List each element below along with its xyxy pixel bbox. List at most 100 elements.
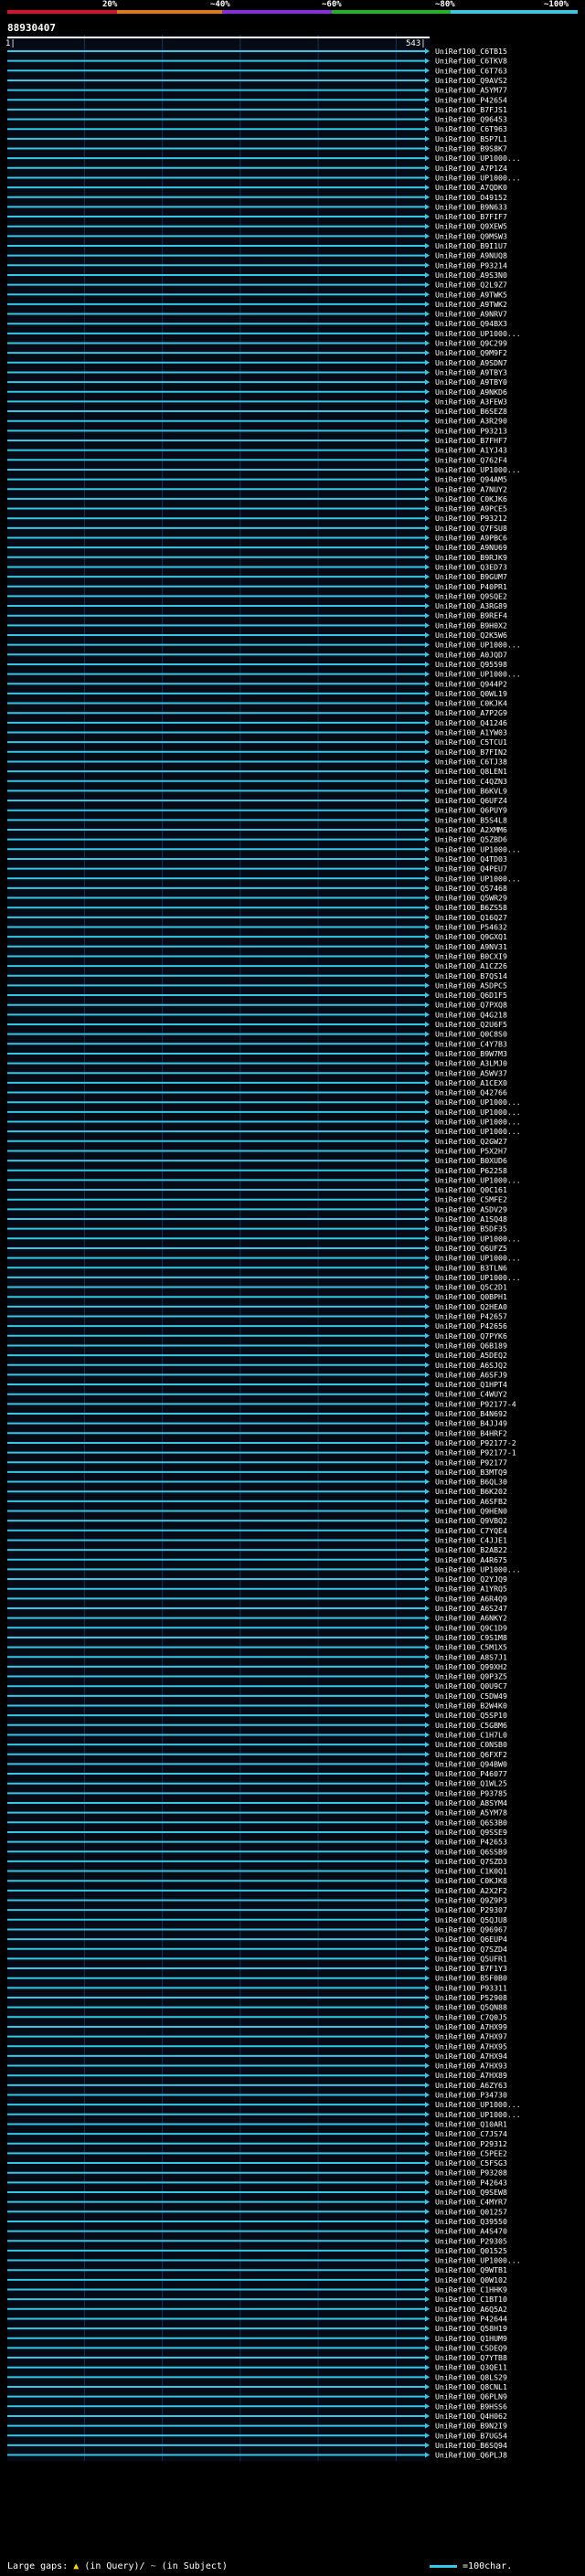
hit-label: UniRef100_A6NKY2 bbox=[435, 1614, 507, 1623]
hit-label: UniRef100_A9TBY3 bbox=[435, 367, 507, 376]
hit-label: UniRef100_A1YJ43 bbox=[435, 446, 507, 455]
ruler-end-label: 543| bbox=[406, 39, 426, 48]
legend-label-100: ~100% bbox=[544, 0, 569, 9]
hit-label: UniRef100_B7QS14 bbox=[435, 971, 507, 981]
hit-label: UniRef100_A7HX99 bbox=[435, 2022, 507, 2031]
legend-segment-60 bbox=[222, 10, 332, 14]
hit-label: UniRef100_UP1000... bbox=[435, 2256, 521, 2265]
hit-label: UniRef100_A9TWK5 bbox=[435, 290, 507, 299]
hit-label: UniRef100_Q10AR1 bbox=[435, 2119, 507, 2128]
hit-label: UniRef100_P42643 bbox=[435, 2178, 507, 2187]
hit-label: UniRef100_C0KJK8 bbox=[435, 1876, 507, 1885]
hit-label: UniRef100_Q9SQE2 bbox=[435, 591, 507, 600]
hit-label: UniRef100_Q7SZD3 bbox=[435, 1857, 507, 1866]
hit-label: UniRef100_Q42766 bbox=[435, 1088, 507, 1097]
hit-label: UniRef100_A7HX94 bbox=[435, 2051, 507, 2061]
hit-label: UniRef100_Q9VBQ2 bbox=[435, 1516, 507, 1525]
hit-label: UniRef100_C6TB15 bbox=[435, 47, 507, 56]
hit-label: UniRef100_C7JS74 bbox=[435, 2129, 507, 2138]
hit-label: UniRef100_A6R4Q9 bbox=[435, 1594, 507, 1603]
hit-label: UniRef100_Q2U6F5 bbox=[435, 1020, 507, 1029]
hit-label: UniRef100_B9GUM7 bbox=[435, 572, 507, 581]
hit-label: UniRef100_Q95598 bbox=[435, 660, 507, 669]
hit-label: UniRef100_Q3QE11 bbox=[435, 2363, 507, 2372]
hit-label: UniRef100_P29312 bbox=[435, 2139, 507, 2148]
hit-label: UniRef100_UP1000... bbox=[435, 1564, 521, 1574]
hit-label: UniRef100_C0KJK4 bbox=[435, 699, 507, 708]
query-gap-marker-icon: ▲ bbox=[73, 2561, 80, 2571]
hit-label: UniRef100_Q2HEA0 bbox=[435, 1302, 507, 1311]
hit-label: UniRef100_A9TBY0 bbox=[435, 377, 507, 387]
hit-label: UniRef100_P5X2H7 bbox=[435, 1146, 507, 1155]
hit-label: UniRef100_Q96453 bbox=[435, 115, 507, 124]
hit-label: UniRef100_A8S7J1 bbox=[435, 1652, 507, 1661]
hit-label: UniRef100_C6TJ38 bbox=[435, 757, 507, 766]
hit-label: UniRef100_A6Q5A2 bbox=[435, 2305, 507, 2314]
hit-label: UniRef100_P92177 bbox=[435, 1458, 507, 1467]
hit-label: UniRef100_Q6UFZ4 bbox=[435, 796, 507, 805]
hit-label: UniRef100_B6SQ94 bbox=[435, 2441, 507, 2450]
hit-label: UniRef100_B9REF4 bbox=[435, 611, 507, 620]
hit-label: UniRef100_Q9XEW5 bbox=[435, 222, 507, 231]
hit-label: UniRef100_B7FIN2 bbox=[435, 747, 507, 757]
hit-label: UniRef100_UP1000... bbox=[435, 173, 521, 182]
hit-label: UniRef100_P42656 bbox=[435, 1321, 507, 1330]
hit-label: UniRef100_Q9HEN0 bbox=[435, 1507, 507, 1516]
hit-label: UniRef100_C4QZN3 bbox=[435, 777, 507, 786]
hit-label: UniRef100_Q6UFZ5 bbox=[435, 1244, 507, 1253]
hit-label: UniRef100_P46077 bbox=[435, 1769, 507, 1778]
hit-label: UniRef100_Q94AM5 bbox=[435, 475, 507, 484]
hit-label: UniRef100_P92177-4 bbox=[435, 1399, 516, 1408]
hit-label: UniRef100_A1CZ26 bbox=[435, 961, 507, 970]
hit-label: UniRef100_B3TLN6 bbox=[435, 1263, 507, 1272]
alignment-overview: 20% ~40% ~60% ~80% ~100% 88930407 1| 543|… bbox=[0, 0, 585, 2576]
hit-label: UniRef100_Q5C2D1 bbox=[435, 1283, 507, 1292]
hit-label: UniRef100_Q6PLJ8 bbox=[435, 2451, 507, 2460]
hit-label: UniRef100_A2X2F2 bbox=[435, 1886, 507, 1895]
hit-label: UniRef100_P42644 bbox=[435, 2314, 507, 2323]
hit-label: UniRef100_Q5UFR1 bbox=[435, 1954, 507, 1963]
hit-label: UniRef100_A7P1Z4 bbox=[435, 164, 507, 173]
hit-label: UniRef100_P93785 bbox=[435, 1788, 507, 1797]
hit-label: UniRef100_B6ZS58 bbox=[435, 903, 507, 912]
hit-label: UniRef100_A7HX97 bbox=[435, 2032, 507, 2041]
hit-label: UniRef100_A2XMM6 bbox=[435, 825, 507, 834]
hit-label: UniRef100_Q6FXF2 bbox=[435, 1750, 507, 1759]
hit-label: UniRef100_P93208 bbox=[435, 2168, 507, 2178]
hit-label: UniRef100_C5M1X5 bbox=[435, 1643, 507, 1652]
hit-label: UniRef100_B0CXI9 bbox=[435, 951, 507, 960]
hit-label: UniRef100_A9NV31 bbox=[435, 942, 507, 951]
hit-label: UniRef100_C1HHK9 bbox=[435, 2285, 507, 2295]
hit-label: UniRef100_B6QL30 bbox=[435, 1478, 507, 1487]
legend-segment-20 bbox=[7, 10, 117, 14]
hit-label: UniRef100_Q01257 bbox=[435, 2207, 507, 2216]
hit-label: UniRef100_B9N2I9 bbox=[435, 2422, 507, 2431]
hit-label: UniRef100_Q3ED73 bbox=[435, 562, 507, 571]
large-gaps-legend: Large gaps: ▲ (in Query)/ ~ (in Subject) bbox=[7, 2561, 228, 2571]
hit-label: UniRef100_A7HX93 bbox=[435, 2062, 507, 2071]
hit-label: UniRef100_C9S1M8 bbox=[435, 1633, 507, 1642]
hit-label: UniRef100_UP1000... bbox=[435, 2110, 521, 2119]
hit-label: UniRef100_A9NU69 bbox=[435, 543, 507, 552]
hit-label: UniRef100_UP1000... bbox=[435, 1254, 521, 1263]
hit-label: UniRef100_Q57468 bbox=[435, 884, 507, 893]
hit-label: UniRef100_A1YRQ5 bbox=[435, 1585, 507, 1594]
hit-label: UniRef100_C4JJE1 bbox=[435, 1535, 507, 1544]
hit-label: UniRef100_Q96967 bbox=[435, 1924, 507, 1934]
hit-label: UniRef100_Q5QJU8 bbox=[435, 1915, 507, 1924]
hit-label: UniRef100_A9PBC6 bbox=[435, 534, 507, 543]
hit-label: UniRef100_P52908 bbox=[435, 1993, 507, 2002]
hit-label: UniRef100_Q7YTB8 bbox=[435, 2353, 507, 2362]
hit-label: UniRef100_A5DPC5 bbox=[435, 981, 507, 990]
hit-label: UniRef100_Q0C161 bbox=[435, 1185, 507, 1194]
hit-label: UniRef100_A5DV29 bbox=[435, 1204, 507, 1214]
hit-label: UniRef100_Q6PLN9 bbox=[435, 2392, 507, 2401]
legend-label-80: ~80% bbox=[435, 0, 455, 9]
hit-label: UniRef100_Q1HUM9 bbox=[435, 2334, 507, 2343]
legend-segment-100 bbox=[451, 10, 578, 14]
hit-label: UniRef100_B9RJK9 bbox=[435, 553, 507, 562]
hit-label: UniRef100_A6SJQ2 bbox=[435, 1361, 507, 1370]
hit-label: UniRef100_UP1000... bbox=[435, 1127, 521, 1136]
hit-label: UniRef100_C5DW49 bbox=[435, 1691, 507, 1701]
ruler-start-label: 1| bbox=[5, 39, 16, 48]
